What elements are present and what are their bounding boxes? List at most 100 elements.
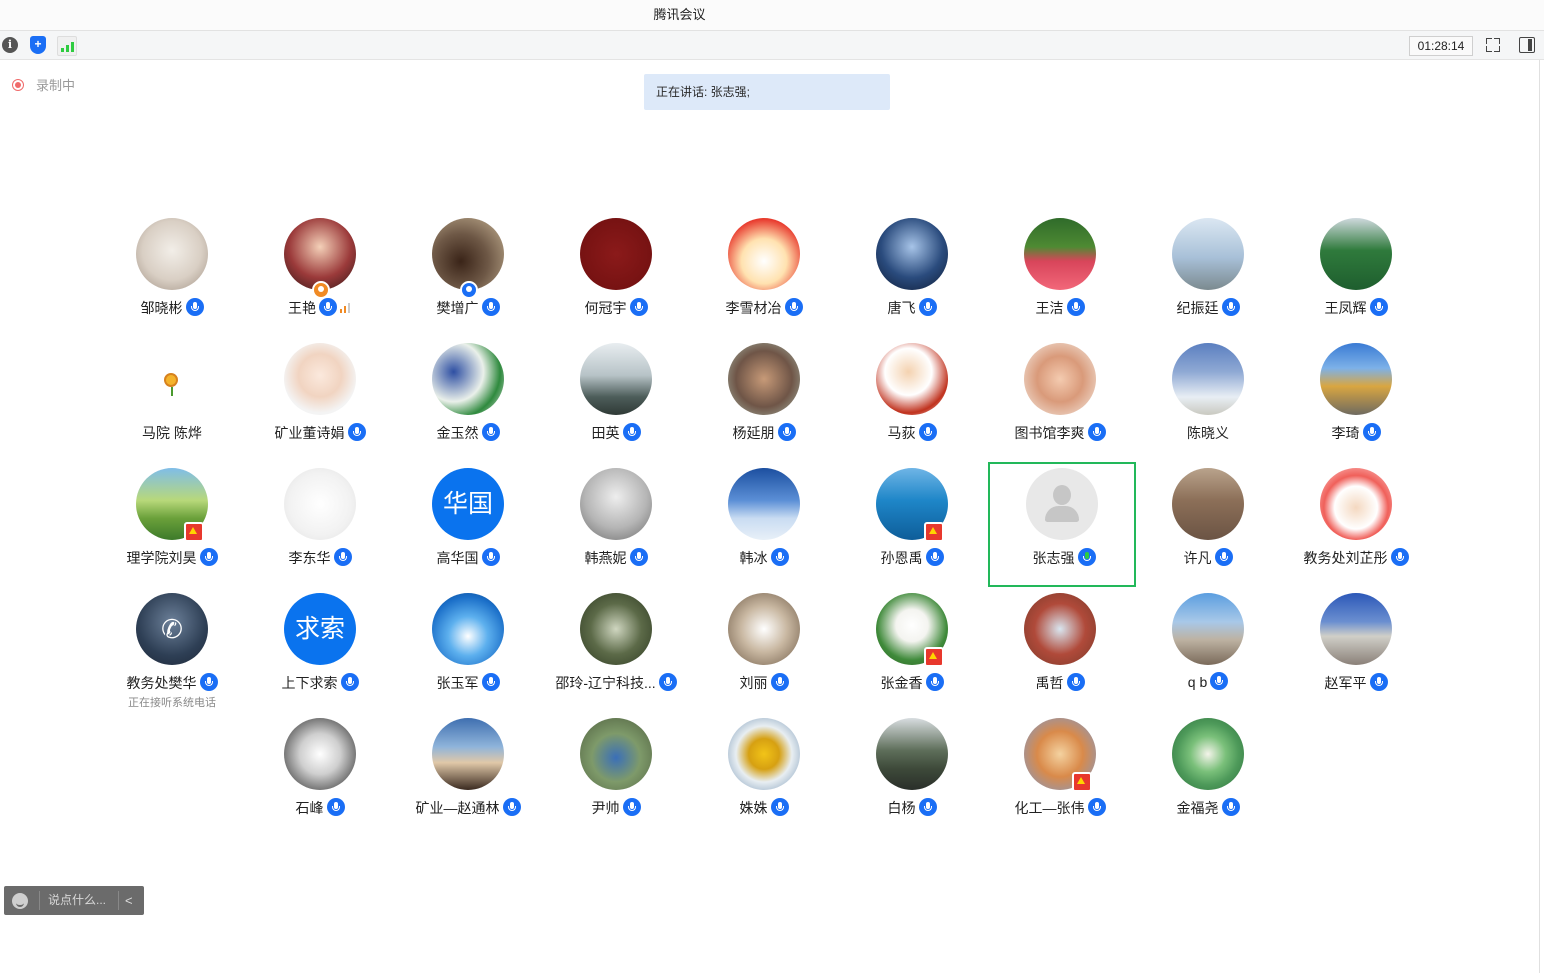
microphone-icon[interactable] bbox=[347, 423, 366, 441]
participant-tile[interactable]: 张志强 bbox=[988, 462, 1136, 587]
microphone-icon[interactable] bbox=[770, 673, 789, 691]
participant-tile[interactable]: 金福尧 bbox=[1134, 718, 1282, 843]
chevron-left-icon[interactable]: < bbox=[125, 886, 133, 915]
microphone-icon[interactable] bbox=[481, 298, 500, 316]
microphone-icon[interactable] bbox=[1221, 298, 1240, 316]
participant-tile[interactable]: 求索 上下求索 bbox=[246, 593, 394, 718]
sidebar-toggle-icon[interactable] bbox=[1519, 37, 1535, 53]
microphone-icon[interactable] bbox=[784, 298, 803, 316]
participant-tile[interactable]: 纪振廷 bbox=[1134, 218, 1282, 343]
participant-tile[interactable]: 矿业—赵通林 bbox=[394, 718, 542, 843]
participant-tile[interactable]: 马荻 bbox=[838, 343, 986, 468]
microphone-icon[interactable] bbox=[333, 548, 352, 566]
microphone-icon[interactable] bbox=[1214, 548, 1233, 566]
microphone-icon[interactable] bbox=[1066, 298, 1085, 316]
microphone-icon[interactable] bbox=[622, 798, 641, 816]
participant-tile[interactable]: 华国 高华国 bbox=[394, 468, 542, 593]
microphone-icon[interactable] bbox=[770, 548, 789, 566]
microphone-icon[interactable] bbox=[185, 298, 204, 316]
participant-tile[interactable]: 马院 陈烨 bbox=[98, 343, 246, 468]
signal-icon[interactable] bbox=[57, 36, 77, 56]
participant-tile[interactable]: 陈晓义 bbox=[1134, 343, 1282, 468]
microphone-icon[interactable] bbox=[918, 298, 937, 316]
participant-name: 上下求索 bbox=[281, 675, 338, 691]
microphone-icon[interactable] bbox=[770, 798, 789, 816]
participant-nameline: 杨延朋 bbox=[690, 423, 838, 443]
microphone-icon[interactable] bbox=[1066, 673, 1085, 691]
microphone-icon[interactable] bbox=[629, 548, 648, 566]
participant-name: 赵军平 bbox=[1324, 675, 1367, 691]
emoji-icon[interactable] bbox=[12, 893, 28, 909]
microphone-icon[interactable] bbox=[1077, 548, 1096, 566]
avatar bbox=[136, 218, 208, 290]
microphone-icon[interactable] bbox=[1369, 298, 1388, 316]
participant-nameline: 何冠宇 bbox=[542, 298, 690, 318]
participant-tile[interactable]: 金玉然 bbox=[394, 343, 542, 468]
participant-tile[interactable]: 张金香 bbox=[838, 593, 986, 718]
participant-tile[interactable]: 王洁 bbox=[986, 218, 1134, 343]
participant-tile[interactable]: 李琦 bbox=[1282, 343, 1430, 468]
microphone-icon[interactable] bbox=[1369, 673, 1388, 691]
participant-tile[interactable]: 田英 bbox=[542, 343, 690, 468]
microphone-icon[interactable] bbox=[1362, 423, 1381, 441]
microphone-icon[interactable] bbox=[1221, 798, 1240, 816]
chat-input-bar[interactable]: 说点什么... < bbox=[4, 886, 144, 915]
participant-tile[interactable]: 王艳 bbox=[246, 218, 394, 343]
participant-tile[interactable]: 许凡 bbox=[1134, 468, 1282, 593]
microphone-icon[interactable] bbox=[481, 423, 500, 441]
microphone-icon[interactable] bbox=[1210, 672, 1229, 690]
participant-tile[interactable]: 张玉军 bbox=[394, 593, 542, 718]
microphone-icon[interactable] bbox=[1390, 548, 1409, 566]
info-icon[interactable]: i bbox=[2, 37, 18, 53]
microphone-icon[interactable] bbox=[199, 673, 218, 691]
participant-tile[interactable]: 李雪材冶 bbox=[690, 218, 838, 343]
shield-icon[interactable]: + bbox=[30, 36, 46, 54]
participant-tile[interactable]: 何冠宇 bbox=[542, 218, 690, 343]
microphone-icon[interactable] bbox=[925, 548, 944, 566]
participant-tile[interactable]: 白杨 bbox=[838, 718, 986, 843]
participant-tile[interactable]: 教务处刘芷彤 bbox=[1282, 468, 1430, 593]
microphone-icon[interactable] bbox=[340, 673, 359, 691]
microphone-icon[interactable] bbox=[629, 298, 648, 316]
microphone-icon[interactable] bbox=[777, 423, 796, 441]
participant-tile[interactable]: 韩冰 bbox=[690, 468, 838, 593]
participant-name: 韩燕妮 bbox=[584, 550, 627, 566]
participant-tile[interactable]: 姝姝 bbox=[690, 718, 838, 843]
microphone-icon[interactable] bbox=[918, 423, 937, 441]
participant-tile[interactable]: q b bbox=[1134, 593, 1282, 718]
participant-tile[interactable]: 孙恩禹 bbox=[838, 468, 986, 593]
microphone-icon[interactable] bbox=[326, 798, 345, 816]
microphone-icon[interactable] bbox=[658, 673, 677, 691]
microphone-icon[interactable] bbox=[199, 548, 218, 566]
participant-tile[interactable]: 邹晓彬 bbox=[98, 218, 246, 343]
chat-placeholder[interactable]: 说点什么... bbox=[48, 886, 106, 915]
participant-tile[interactable]: 矿业董诗娟 bbox=[246, 343, 394, 468]
microphone-icon[interactable] bbox=[1087, 423, 1106, 441]
participant-tile[interactable]: 李东华 bbox=[246, 468, 394, 593]
participant-tile[interactable]: 理学院刘昊 bbox=[98, 468, 246, 593]
microphone-icon[interactable] bbox=[502, 798, 521, 816]
fullscreen-icon[interactable] bbox=[1486, 38, 1500, 52]
participant-tile[interactable]: 王凤辉 bbox=[1282, 218, 1430, 343]
participant-tile[interactable]: 图书馆李爽 bbox=[986, 343, 1134, 468]
participant-tile[interactable]: 韩燕妮 bbox=[542, 468, 690, 593]
participant-tile[interactable]: 禹哲 bbox=[986, 593, 1134, 718]
microphone-icon[interactable] bbox=[481, 673, 500, 691]
microphone-icon[interactable] bbox=[319, 298, 337, 316]
microphone-icon[interactable] bbox=[481, 548, 500, 566]
microphone-icon[interactable] bbox=[925, 673, 944, 691]
participant-tile[interactable]: 刘丽 bbox=[690, 593, 838, 718]
participant-tile[interactable]: 唐飞 bbox=[838, 218, 986, 343]
participant-tile[interactable]: ✆ 教务处樊华 正在接听系统电话 bbox=[98, 593, 246, 718]
participant-tile[interactable]: 化工—张伟 bbox=[986, 718, 1134, 843]
participant-tile[interactable]: 尹帅 bbox=[542, 718, 690, 843]
participant-tile[interactable]: 赵军平 bbox=[1282, 593, 1430, 718]
participant-tile[interactable]: 樊增广 bbox=[394, 218, 542, 343]
participant-tile[interactable]: 石峰 bbox=[246, 718, 394, 843]
microphone-icon[interactable] bbox=[1087, 798, 1106, 816]
microphone-icon[interactable] bbox=[622, 423, 641, 441]
participant-tile[interactable]: 杨延朋 bbox=[690, 343, 838, 468]
recording-indicator[interactable]: 录制中 bbox=[12, 75, 75, 94]
participant-tile[interactable]: 邵玲-辽宁科技... bbox=[542, 593, 690, 718]
microphone-icon[interactable] bbox=[918, 798, 937, 816]
